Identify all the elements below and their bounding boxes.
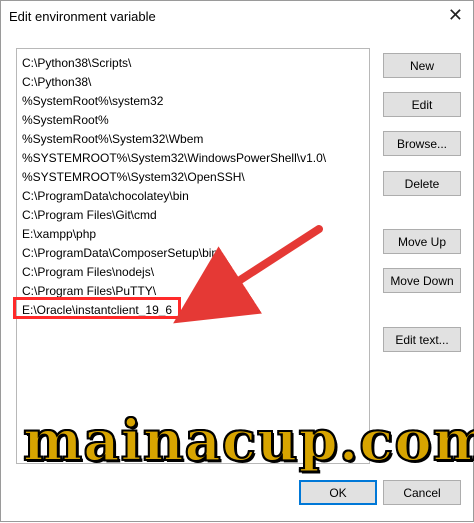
watermark-logo: mainacup.com — [22, 407, 474, 475]
list-item[interactable]: C:\Program Files\nodejs\ — [22, 263, 154, 281]
list-item[interactable]: C:\ProgramData\ComposerSetup\bin — [22, 244, 218, 262]
path-list[interactable]: C:\Python38\Scripts\ C:\Python38\ %Syste… — [16, 48, 370, 464]
ok-button[interactable]: OK — [299, 480, 377, 505]
list-item[interactable]: E:\xampp\php — [22, 225, 96, 243]
browse-button[interactable]: Browse... — [383, 131, 461, 156]
title-bar: Edit environment variable ✕ — [1, 1, 473, 31]
list-item[interactable]: %SystemRoot%\system32 — [22, 92, 163, 110]
edit-environment-variable-dialog: Edit environment variable ✕ C:\Python38\… — [0, 0, 474, 522]
list-item[interactable]: %SystemRoot% — [22, 111, 109, 129]
close-icon[interactable]: ✕ — [448, 6, 463, 24]
list-item[interactable]: %SYSTEMROOT%\System32\WindowsPowerShell\… — [22, 149, 326, 167]
cancel-button[interactable]: Cancel — [383, 480, 461, 505]
delete-button[interactable]: Delete — [383, 171, 461, 196]
highlight-box — [13, 297, 181, 319]
move-up-button[interactable]: Move Up — [383, 229, 461, 254]
list-item[interactable]: C:\Program Files\Git\cmd — [22, 206, 157, 224]
edit-button[interactable]: Edit — [383, 92, 461, 117]
list-item[interactable]: C:\Python38\Scripts\ — [22, 54, 131, 72]
list-item[interactable]: %SYSTEMROOT%\System32\OpenSSH\ — [22, 168, 245, 186]
list-item[interactable]: %SystemRoot%\System32\Wbem — [22, 130, 203, 148]
list-item[interactable]: C:\Python38\ — [22, 73, 91, 91]
list-item[interactable]: C:\ProgramData\chocolatey\bin — [22, 187, 189, 205]
edit-text-button[interactable]: Edit text... — [383, 327, 461, 352]
move-down-button[interactable]: Move Down — [383, 268, 461, 293]
new-button[interactable]: New — [383, 53, 461, 78]
dialog-title: Edit environment variable — [9, 9, 156, 24]
